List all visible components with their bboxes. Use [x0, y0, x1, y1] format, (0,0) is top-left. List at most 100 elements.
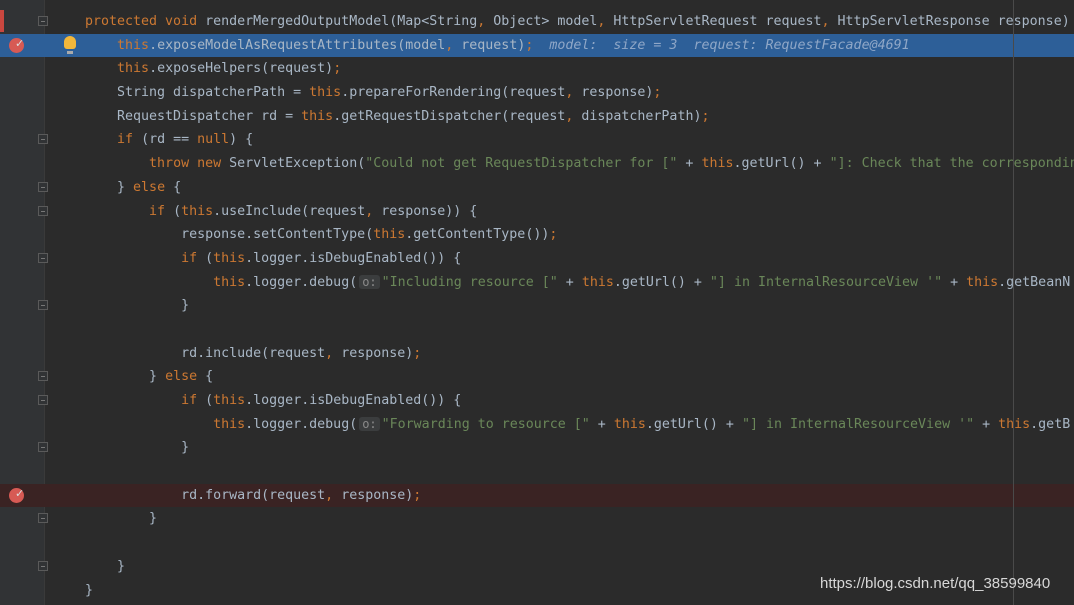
code-token: this [213, 274, 246, 290]
breakpoint-line[interactable]: rd.forward(request, response); [0, 482, 1074, 508]
code-text: this.logger.debug(o: "Including resource … [85, 271, 1070, 295]
current-execution-line[interactable]: this.exposeModelAsRequestAttributes(mode… [0, 32, 1074, 58]
fold-toggle-icon[interactable] [38, 205, 48, 216]
code-token: rd.forward(request [85, 487, 326, 503]
code-line[interactable] [0, 460, 1074, 484]
fold-toggle-icon[interactable] [38, 252, 48, 263]
code-line[interactable]: RequestDispatcher rd = this.getRequestDi… [0, 105, 1074, 129]
code-token: this [213, 393, 246, 408]
code-token: .logger.isDebugEnabled()) { [245, 393, 462, 408]
code-token: + [942, 274, 967, 290]
code-token: "Could not get RequestDispatcher for [" [365, 156, 678, 172]
code-token: else [133, 179, 174, 195]
code-token: response) [341, 345, 414, 361]
fold-toggle-icon[interactable] [38, 181, 48, 192]
code-editor[interactable]: protected void renderMergedOutputModel(M… [0, 10, 1074, 602]
code-token: "Forwarding to resource [" [381, 416, 590, 432]
code-line[interactable]: this.logger.debug(o: "Forwarding to resou… [0, 413, 1074, 437]
code-token: , [365, 203, 382, 219]
code-token: this [301, 108, 334, 124]
code-token: .getBeanN [998, 274, 1071, 290]
code-line[interactable]: response.setContentType(this.getContentT… [0, 223, 1074, 247]
code-token: renderMergedOutputModel(Map<String [205, 14, 478, 29]
fold-toggle-icon[interactable] [38, 395, 48, 405]
code-token: , [325, 345, 342, 361]
code-token: , [445, 37, 462, 53]
parameter-hint: o: [359, 416, 380, 431]
code-token: + [974, 416, 999, 432]
code-text: RequestDispatcher rd = this.getRequestDi… [85, 105, 709, 129]
code-token: response) [581, 85, 654, 101]
code-token: .prepareForRendering(request [341, 85, 566, 101]
code-token: .getUrl() + [733, 156, 830, 172]
code-line[interactable]: protected void renderMergedOutputModel(M… [0, 10, 1074, 34]
code-token: this [998, 416, 1031, 432]
code-token: response)) { [381, 203, 478, 219]
code-token: ; [413, 345, 422, 361]
code-token: ; [413, 487, 422, 503]
code-token: ( [205, 393, 214, 408]
code-line[interactable]: } [0, 436, 1074, 460]
code-line[interactable]: throw new ServletException("Could not ge… [0, 152, 1074, 176]
right-margin-guide [1013, 0, 1014, 605]
code-line[interactable]: if (this.useInclude(request, response)) … [0, 200, 1074, 224]
watermark: https://blog.csdn.net/qq_38599840 [820, 575, 1051, 592]
fold-toggle-icon[interactable] [38, 16, 48, 26]
code-line[interactable] [0, 531, 1074, 555]
fold-toggle-icon[interactable] [38, 442, 48, 453]
code-token: null [197, 132, 230, 148]
code-token: ; [653, 85, 662, 101]
code-text: this.logger.debug(o: "Forwarding to resou… [85, 413, 1070, 437]
code-line[interactable]: if (this.logger.isDebugEnabled()) { [0, 389, 1074, 413]
code-line[interactable]: String dispatcherPath = this.prepareForR… [0, 81, 1074, 105]
breakpoint-icon[interactable] [9, 482, 24, 505]
code-token: (rd == [141, 132, 198, 148]
code-line[interactable]: this.logger.debug(o: "Including resource … [0, 271, 1074, 295]
code-text: if (this.logger.isDebugEnabled()) { [85, 389, 461, 413]
code-token: .getUrl() + [645, 416, 742, 432]
code-line[interactable]: if (rd == null) { [0, 128, 1074, 152]
code-line[interactable]: } else { [0, 176, 1074, 200]
fold-toggle-icon[interactable] [38, 560, 48, 571]
code-line[interactable]: rd.include(request, response); [0, 342, 1074, 366]
code-token: this [373, 227, 406, 243]
code-token: } [85, 440, 190, 456]
code-token: else [165, 369, 206, 385]
code-line[interactable]: } else { [0, 365, 1074, 389]
code-token: "] in InternalResourceView '" [709, 274, 943, 290]
lightbulb-icon[interactable] [64, 35, 76, 54]
code-line[interactable]: this.exposeHelpers(request); [0, 57, 1074, 81]
fold-toggle-icon[interactable] [38, 134, 48, 145]
code-token: ; [333, 61, 342, 77]
code-text: rd.include(request, response); [85, 342, 421, 366]
code-token: } [85, 582, 94, 598]
code-token: this [181, 203, 214, 219]
code-token: response.setContentType( [85, 227, 374, 243]
code-line[interactable]: if (this.logger.isDebugEnabled()) { [0, 247, 1074, 271]
code-token: .getContentType()) [405, 227, 550, 243]
code-token: ( [205, 250, 214, 266]
code-token: this [309, 85, 342, 101]
code-token: throw new [149, 156, 230, 172]
inline-debug-value: model: size = 3 request: RequestFacade@4… [533, 37, 910, 53]
fold-toggle-icon[interactable] [38, 371, 48, 382]
code-text: if (this.logger.isDebugEnabled()) { [85, 247, 461, 271]
code-token: this [213, 416, 246, 432]
code-token: , [477, 14, 494, 29]
code-token: ( [173, 203, 182, 219]
fold-toggle-icon[interactable] [38, 300, 48, 311]
code-line[interactable] [0, 318, 1074, 342]
code-line[interactable]: } [0, 294, 1074, 318]
breakpoint-icon[interactable] [9, 32, 24, 55]
fold-toggle-icon[interactable] [38, 513, 48, 524]
code-token: .exposeHelpers(request) [149, 61, 334, 77]
code-token: String dispatcherPath = [85, 85, 310, 101]
code-line[interactable]: } [0, 507, 1074, 531]
code-token: this [701, 156, 734, 172]
code-token: "Including resource [" [381, 274, 558, 290]
